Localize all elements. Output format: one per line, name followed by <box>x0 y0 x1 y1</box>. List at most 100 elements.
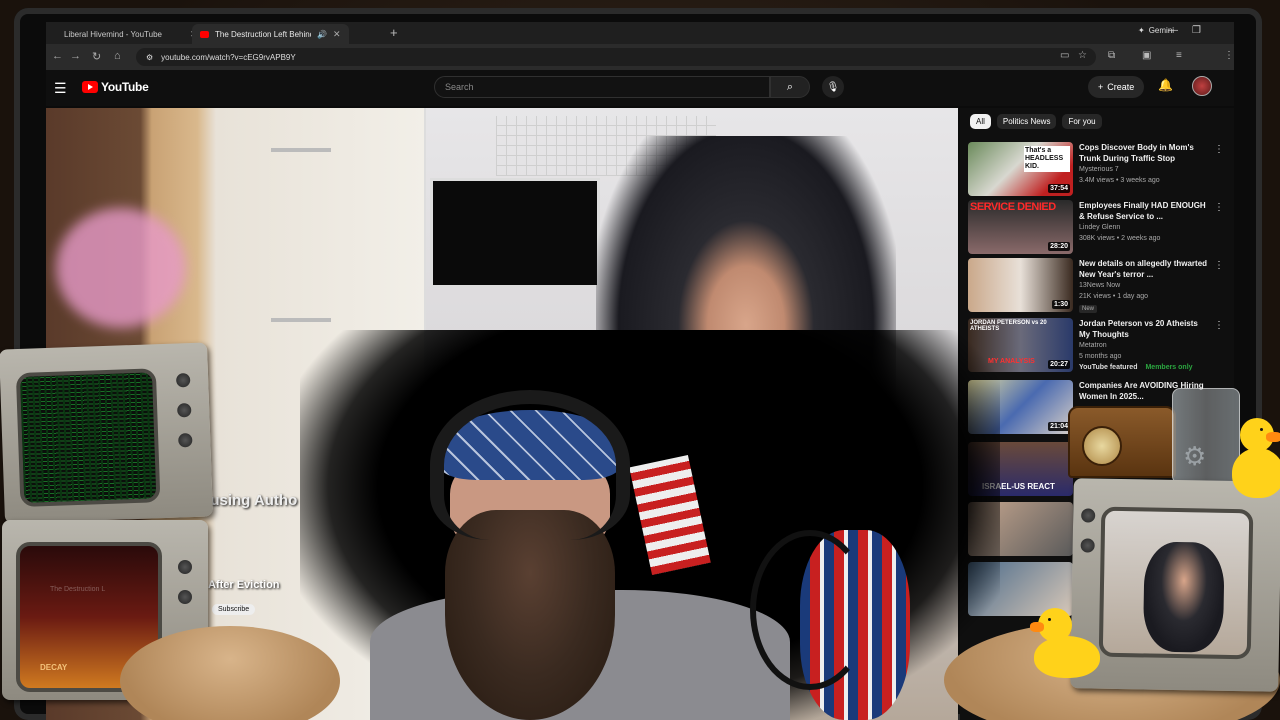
duck-eye <box>1260 428 1263 431</box>
video-title[interactable]: Employees Finally HAD ENOUGH & Refuse Se… <box>1079 200 1209 222</box>
reload-icon[interactable]: ↻ <box>92 50 101 63</box>
youtube-logo[interactable]: YouTube <box>82 80 149 94</box>
more-options-icon[interactable]: ⋮ <box>1214 320 1224 331</box>
members-only-badge: Members only <box>1145 364 1193 371</box>
chip-politics-news[interactable]: Politics News <box>996 114 1057 129</box>
browser-tab-bar: Liberal Hivemind - YouTube ✕ The Destruc… <box>46 22 1234 44</box>
create-label: Create <box>1107 82 1135 92</box>
recommendation-item[interactable]: SERVICE DENIED 28:20 Employees Finally H… <box>968 200 1228 256</box>
duration-badge: 21:04 <box>1048 422 1070 431</box>
chip-for-you[interactable]: For you <box>1062 114 1102 129</box>
minimize-icon[interactable]: — <box>1168 25 1178 36</box>
hamburger-menu-icon[interactable]: ☰ <box>54 80 67 97</box>
tab-destruction-left-behind[interactable]: The Destruction Left Behind 🔊 ✕ <box>192 24 349 44</box>
channel-note: YouTube featured Members only <box>1079 364 1193 371</box>
recommendation-item[interactable]: JORDAN PETERSON vs 20 ATHEISTS MY ANALYS… <box>968 318 1228 374</box>
youtube-play-icon <box>82 81 98 93</box>
poster-title: DECAY <box>40 663 68 672</box>
rubber-duck-icon <box>1226 408 1280 500</box>
duck-body <box>1034 636 1100 678</box>
video-meta: 5 months ago <box>1079 353 1122 360</box>
filter-chips: All Politics News For you <box>970 114 1102 129</box>
faint-title-text: The Destruction L <box>50 586 106 593</box>
bookmark-star-icon[interactable]: ☆ <box>1078 50 1087 61</box>
tv-screen <box>1098 506 1254 660</box>
url-text: youtube.com/watch?v=cEG9rvAPB9Y <box>161 52 296 62</box>
video-thumbnail[interactable]: SERVICE DENIED 28:20 <box>968 200 1073 254</box>
microphone-button[interactable]: 🎙 <box>822 76 844 98</box>
microphone-icon: 🎙 <box>826 81 840 93</box>
duration-badge: 28:20 <box>1048 242 1070 251</box>
video-thumbnail[interactable]: That's a HEADLESS KID. 37:54 <box>968 142 1073 196</box>
notifications-bell-icon[interactable]: 🔔 <box>1158 78 1173 92</box>
logo-text: YouTube <box>101 80 149 94</box>
video-title[interactable]: Cops Discover Body in Mom's Trunk During… <box>1079 142 1209 164</box>
tv-knob-icon <box>178 560 192 574</box>
search-input[interactable]: Search <box>434 76 770 98</box>
site-info-icon[interactable]: ⚙ <box>146 53 153 62</box>
blurred-object <box>56 208 186 328</box>
duration-badge: 1:30 <box>1051 300 1070 309</box>
search-button[interactable]: ⌕ <box>770 76 810 98</box>
channel-name[interactable]: 13News Now <box>1079 282 1120 289</box>
tv-knob-icon <box>1081 508 1096 523</box>
more-options-icon[interactable]: ⋮ <box>1214 260 1224 271</box>
tab-title: Liberal Hivemind - YouTube <box>64 29 162 39</box>
speaker-icon[interactable]: 🔊 <box>317 30 327 39</box>
plus-icon: + <box>1098 82 1104 92</box>
chip-all[interactable]: All <box>970 114 991 129</box>
new-tab-icon[interactable]: + <box>390 25 398 40</box>
close-icon[interactable]: ✕ <box>333 29 341 40</box>
tv-knob-icon <box>178 432 193 448</box>
extensions-icon[interactable]: ⧉ <box>1108 50 1115 61</box>
kebab-menu-icon[interactable]: ⋮ <box>1224 50 1234 61</box>
tv-knob-icon <box>175 373 191 388</box>
tv-screen <box>15 368 161 508</box>
vintage-radio <box>1068 406 1176 478</box>
channel-name[interactable]: Metatron <box>1079 342 1107 349</box>
more-options-icon[interactable]: ⋮ <box>1214 202 1224 213</box>
headphones-icon <box>430 390 630 540</box>
tv-knob-icon <box>178 590 192 604</box>
create-button[interactable]: + Create <box>1088 76 1145 98</box>
rubber-duck-icon <box>1030 602 1106 678</box>
video-meta: 21K views • 1 day ago <box>1079 293 1148 300</box>
menu-icon[interactable]: ≡ <box>1176 50 1182 61</box>
video-meta: 308K views • 2 weeks ago <box>1079 235 1161 242</box>
avatar[interactable] <box>1192 76 1212 96</box>
streamer-beard <box>445 510 615 720</box>
duck-eye <box>1048 618 1051 621</box>
thumbnail-text: SERVICE DENIED <box>970 201 1056 213</box>
recommendation-item[interactable]: That's a HEADLESS KID. 37:54 Cops Discov… <box>968 142 1228 198</box>
tv-knob-icon <box>1080 538 1095 553</box>
youtube-header: ☰ YouTube Search ⌕ 🎙 + Create 🔔 <box>46 70 1234 106</box>
subscribe-button[interactable]: Subscribe <box>212 604 256 615</box>
stream-scene: Liberal Hivemind - YouTube ✕ The Destruc… <box>0 0 1280 720</box>
duration-badge: 20:27 <box>1048 360 1070 369</box>
tab-title: The Destruction Left Behind <box>215 29 311 39</box>
streamer-webcam <box>370 380 910 720</box>
video-title[interactable]: New details on allegedly thwarted New Ye… <box>1079 258 1209 280</box>
duration-badge: 37:54 <box>1048 184 1070 193</box>
thumbnail-text: That's a HEADLESS KID. <box>1024 146 1070 172</box>
forward-icon[interactable]: → <box>70 50 81 62</box>
sidepanel-icon[interactable]: ▣ <box>1142 50 1151 61</box>
desk-monitor <box>430 178 600 288</box>
home-icon[interactable]: ⌂ <box>114 50 121 62</box>
back-icon[interactable]: ← <box>52 50 63 62</box>
recommendation-item[interactable]: 1:30 New details on allegedly thwarted N… <box>968 258 1228 314</box>
restore-icon[interactable]: ❐ <box>1192 25 1201 36</box>
retro-tv-matrix <box>0 342 213 524</box>
cast-icon[interactable]: ▭ <box>1060 50 1069 61</box>
tv-knob-icon <box>177 403 192 418</box>
search-placeholder: Search <box>445 82 474 92</box>
search-icon: ⌕ <box>786 80 794 93</box>
address-bar[interactable]: ⚙ youtube.com/watch?v=cEG9rvAPB9Y <box>136 48 1096 66</box>
more-options-icon[interactable]: ⋮ <box>1214 144 1224 155</box>
flag-icon <box>629 454 711 576</box>
video-thumbnail[interactable]: 1:30 <box>968 258 1073 312</box>
video-title[interactable]: Jordan Peterson vs 20 Atheists My Though… <box>1079 318 1209 340</box>
channel-name[interactable]: Lindey Glenn <box>1079 224 1120 231</box>
channel-name[interactable]: Mysterious 7 <box>1079 166 1119 173</box>
tab-liberal-hivemind[interactable]: Liberal Hivemind - YouTube ✕ <box>56 24 206 44</box>
